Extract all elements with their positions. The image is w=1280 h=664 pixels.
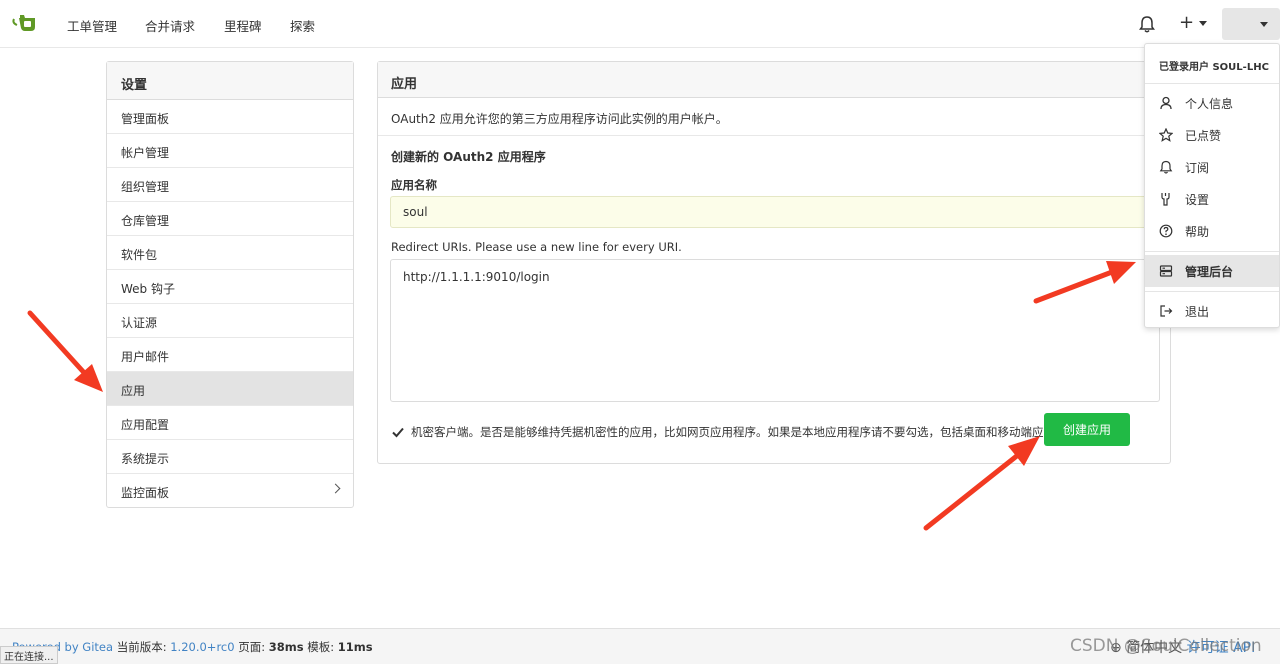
sidebar-item-label: 帐户管理 [121, 146, 170, 160]
star-icon [1159, 128, 1173, 142]
sidebar-item-label: 软件包 [121, 248, 158, 262]
menu-item-starred[interactable]: 已点赞 [1145, 119, 1279, 151]
menu-item-subscriptions[interactable]: 订阅 [1145, 151, 1279, 183]
sidebar-item-config[interactable]: 应用配置 [107, 406, 353, 440]
sidebar-item-label: Web 钩子 [121, 282, 175, 296]
nav-milestones[interactable]: 里程碑 [224, 16, 262, 35]
sign-out-icon [1160, 305, 1173, 317]
sidebar-item-label: 认证源 [121, 316, 158, 330]
page-time-label: 页面: [238, 640, 266, 654]
user-dropdown-menu: 已登录用户 SOUL-LHC 个人信息 已点赞 订阅 设置 帮助 管理后台 退出 [1144, 43, 1280, 328]
confidential-client-checkbox[interactable] [391, 425, 405, 439]
version-link[interactable]: 1.20.0+rc0 [170, 640, 234, 654]
nav-pull-requests[interactable]: 合并请求 [145, 16, 195, 35]
menu-item-label: 帮助 [1185, 224, 1210, 239]
confidential-client-label: 机密客户端。是否是能够维持凭据机密性的应用，比如网页应用程序。如果是本地应用程序… [411, 425, 1067, 439]
menu-item-label: 退出 [1185, 304, 1210, 319]
menu-item-site-admin[interactable]: 管理后台 [1145, 255, 1279, 287]
sidebar-item-label: 组织管理 [121, 180, 170, 194]
browser-status-bar: 正在连接... [0, 646, 58, 664]
page-time: 38ms [268, 640, 304, 654]
sidebar-title: 设置 [107, 62, 353, 100]
tools-icon [1161, 193, 1170, 206]
sidebar-item-dashboard[interactable]: 管理面板 [107, 100, 353, 134]
signed-in-user: 已登录用户 SOUL-LHC [1145, 44, 1279, 84]
menu-item-sign-out[interactable]: 退出 [1145, 295, 1279, 327]
chevron-down-icon[interactable] [1199, 21, 1207, 26]
menu-item-help[interactable]: 帮助 [1145, 215, 1279, 247]
nav-issues[interactable]: 工单管理 [67, 16, 117, 35]
menu-item-label: 设置 [1185, 192, 1210, 207]
sidebar-item-applications[interactable]: 应用 [107, 372, 353, 406]
server-icon [1159, 265, 1173, 277]
redirect-uris-label: Redirect URIs. Please use a new line for… [391, 240, 682, 254]
template-time: 11ms [337, 640, 373, 654]
person-icon [1160, 96, 1172, 110]
menu-item-label: 订阅 [1185, 160, 1210, 175]
sidebar-item-label: 用户邮件 [121, 350, 170, 364]
menu-item-label: 已点赞 [1185, 128, 1222, 143]
create-new-plus-icon[interactable]: + [1179, 12, 1194, 33]
sidebar-item-orgs[interactable]: 组织管理 [107, 168, 353, 202]
menu-divider [1145, 251, 1279, 252]
panel-description: OAuth2 应用允许您的第三方应用程序访问此实例的用户帐户。 [378, 98, 1170, 136]
sidebar-item-packages[interactable]: 软件包 [107, 236, 353, 270]
sidebar-item-label: 应用配置 [121, 418, 170, 432]
menu-item-label: 管理后台 [1185, 264, 1234, 279]
arrow-annotation-sidebar [27, 310, 103, 392]
sidebar-item-label: 监控面板 [121, 486, 170, 500]
app-name-input[interactable] [390, 196, 1160, 228]
create-oauth2-title: 创建新的 OAuth2 应用程序 [391, 150, 546, 164]
sidebar-item-label: 仓库管理 [121, 214, 170, 228]
sidebar-item-auth-sources[interactable]: 认证源 [107, 304, 353, 338]
sidebar-item-emails[interactable]: 用户邮件 [107, 338, 353, 372]
chevron-right-icon [330, 483, 341, 494]
applications-panel: 应用 OAuth2 应用允许您的第三方应用程序访问此实例的用户帐户。 创建新的 … [377, 61, 1171, 464]
sidebar-item-monitor[interactable]: 监控面板 [107, 474, 353, 508]
menu-item-profile[interactable]: 个人信息 [1145, 87, 1279, 119]
panel-title: 应用 [378, 62, 1170, 98]
gitea-logo-icon[interactable] [11, 13, 37, 33]
bell-icon [1159, 160, 1173, 174]
notification-bell-icon[interactable] [1139, 15, 1155, 33]
version-label: 当前版本: [116, 640, 167, 654]
footer-info: Powered by Gitea 当前版本: 1.20.0+rc0 页面: 38… [12, 639, 373, 655]
top-navbar: 工单管理 合并请求 里程碑 探索 + [0, 0, 1280, 48]
template-time-label: 模板: [307, 640, 335, 654]
sidebar-item-label: 应用 [121, 384, 146, 398]
sidebar-item-users[interactable]: 帐户管理 [107, 134, 353, 168]
user-menu-button[interactable] [1222, 8, 1280, 40]
sidebar-item-repos[interactable]: 仓库管理 [107, 202, 353, 236]
menu-item-settings[interactable]: 设置 [1145, 183, 1279, 215]
admin-sidebar: 设置 管理面板 帐户管理 组织管理 仓库管理 软件包 Web 钩子 认证源 用户… [106, 61, 354, 508]
sidebar-item-webhooks[interactable]: Web 钩子 [107, 270, 353, 304]
menu-item-label: 个人信息 [1185, 96, 1234, 111]
redirect-uris-textarea[interactable]: http://1.1.1.1:9010/login [390, 259, 1160, 402]
csdn-watermark: CSDN @SoulCollection [1070, 636, 1262, 656]
sidebar-item-label: 管理面板 [121, 112, 170, 126]
app-name-label: 应用名称 [391, 178, 437, 192]
sidebar-item-notices[interactable]: 系统提示 [107, 440, 353, 474]
nav-explore[interactable]: 探索 [290, 16, 315, 35]
menu-divider [1145, 291, 1279, 292]
create-application-button[interactable]: 创建应用 [1044, 413, 1130, 446]
question-icon [1159, 224, 1173, 238]
chevron-down-icon [1260, 22, 1268, 27]
sidebar-item-label: 系统提示 [121, 452, 170, 466]
